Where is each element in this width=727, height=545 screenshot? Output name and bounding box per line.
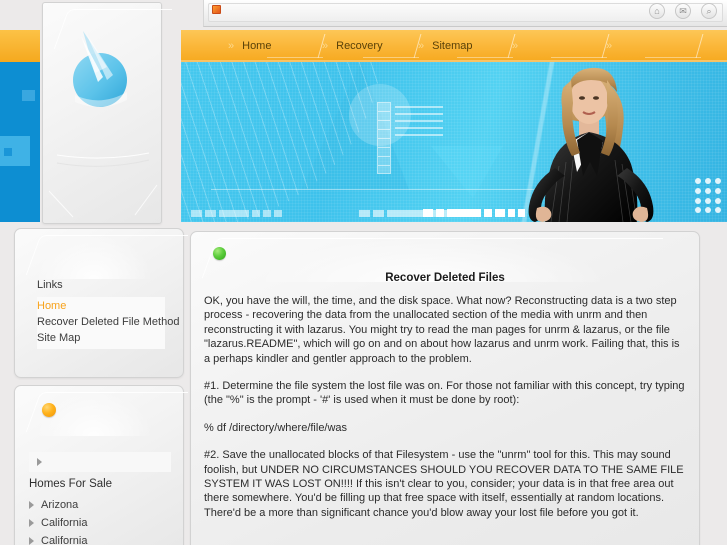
chevron-right-icon: »: [322, 40, 328, 52]
list-item-label: Arizona: [41, 499, 79, 511]
sidebar-item-site-map[interactable]: Site Map: [37, 330, 165, 346]
nav-underline: [267, 57, 323, 58]
main-content-panel: Recover Deleted Files OK, you have the w…: [190, 231, 700, 545]
nav-underline: [457, 57, 513, 58]
triangle-right-icon: [29, 501, 34, 509]
triangle-right-icon: [29, 519, 34, 527]
nav-underline: [551, 57, 607, 58]
sidebar-homes-list: Arizona California California Colorado: [29, 496, 171, 545]
panel-sheen: [35, 233, 153, 279]
article-paragraph-2: #1. Determine the file system the lost f…: [204, 380, 685, 407]
sidebar-expander-row[interactable]: [29, 452, 171, 472]
status-indicator-icon: [212, 5, 221, 14]
list-item-label: California: [41, 517, 88, 529]
orange-status-dot-icon: [42, 403, 56, 417]
chevron-right-icon: »: [418, 40, 424, 52]
top-toolbar-inner: [208, 3, 723, 22]
rail-block-1: [22, 90, 35, 101]
nav-underline: [363, 57, 419, 58]
nav-item-home[interactable]: » Home: [228, 30, 326, 62]
site-logo-icon: [48, 31, 158, 218]
green-status-dot-icon: [213, 247, 226, 260]
sidebar-links-title: Links: [37, 279, 63, 291]
banner-dot-grid: [695, 178, 721, 214]
top-toolbar: ⌂ ✉ ⌕: [203, 0, 727, 27]
nav-item-label: Sitemap: [432, 40, 473, 52]
main-navigation: » Home » Recovery » Sitemap » »: [181, 30, 727, 62]
banner-businesswoman-photo: [528, 67, 654, 222]
sidebar-links-list: Home Recover Deleted File Method Site Ma…: [37, 297, 179, 349]
list-item[interactable]: California: [29, 514, 171, 532]
sidebar-links-panel: Links Home Recover Deleted File Method S…: [14, 228, 189, 378]
mail-icon[interactable]: ✉: [675, 3, 691, 19]
article-command-line: % df /directory/where/file/was: [204, 421, 348, 434]
list-item[interactable]: California: [29, 532, 171, 545]
panel-fold: [25, 235, 189, 275]
chevron-right-icon: »: [228, 40, 234, 52]
home-icon[interactable]: ⌂: [649, 3, 665, 19]
triangle-right-icon: [37, 458, 42, 466]
left-rail-blue: [0, 62, 40, 222]
nav-item-5[interactable]: »: [606, 30, 704, 62]
logo-panel: [42, 2, 173, 224]
triangle-right-icon: [29, 537, 34, 545]
nav-item-recovery[interactable]: » Recovery: [322, 30, 422, 62]
sidebar-item-home[interactable]: Home: [37, 298, 165, 314]
nav-separator: [695, 34, 704, 58]
list-item-label: California: [41, 535, 88, 545]
left-rail-orange: [0, 30, 40, 62]
list-item[interactable]: Arizona: [29, 496, 171, 514]
article-paragraph-1: OK, you have the will, the time, and the…: [204, 295, 680, 365]
article-paragraph-3: #2. Save the unallocated blocks of that …: [204, 449, 684, 519]
sidebar-homes-panel: Homes For Sale Arizona California Califo…: [14, 385, 189, 545]
nav-item-sitemap[interactable]: » Sitemap: [418, 30, 516, 62]
rail-block-3: [4, 148, 12, 156]
sidebar-homes-heading: Homes For Sale: [29, 478, 113, 490]
nav-underline: [645, 57, 701, 58]
sidebar-item-recover-method[interactable]: Recover Deleted File Method: [37, 314, 179, 330]
banner-horizon-line: [211, 189, 541, 190]
page-title: Recover Deleted Files: [385, 272, 505, 284]
article-body: OK, you have the will, the time, and the…: [204, 294, 686, 533]
nav-item-label: Home: [242, 40, 272, 52]
page-root: ⌂ ✉ ⌕ » Home » Recovery » Sitemap » » Li…: [0, 0, 727, 545]
top-toolbar-icons: ⌂ ✉ ⌕: [649, 3, 717, 19]
search-icon[interactable]: ⌕: [701, 3, 717, 19]
nav-item-label: Recovery: [336, 40, 383, 52]
chevron-right-icon: »: [606, 40, 612, 52]
nav-item-4[interactable]: »: [512, 30, 610, 62]
banner-blocks-left: [191, 210, 282, 217]
hero-banner: [181, 62, 727, 222]
chevron-right-icon: »: [512, 40, 518, 52]
